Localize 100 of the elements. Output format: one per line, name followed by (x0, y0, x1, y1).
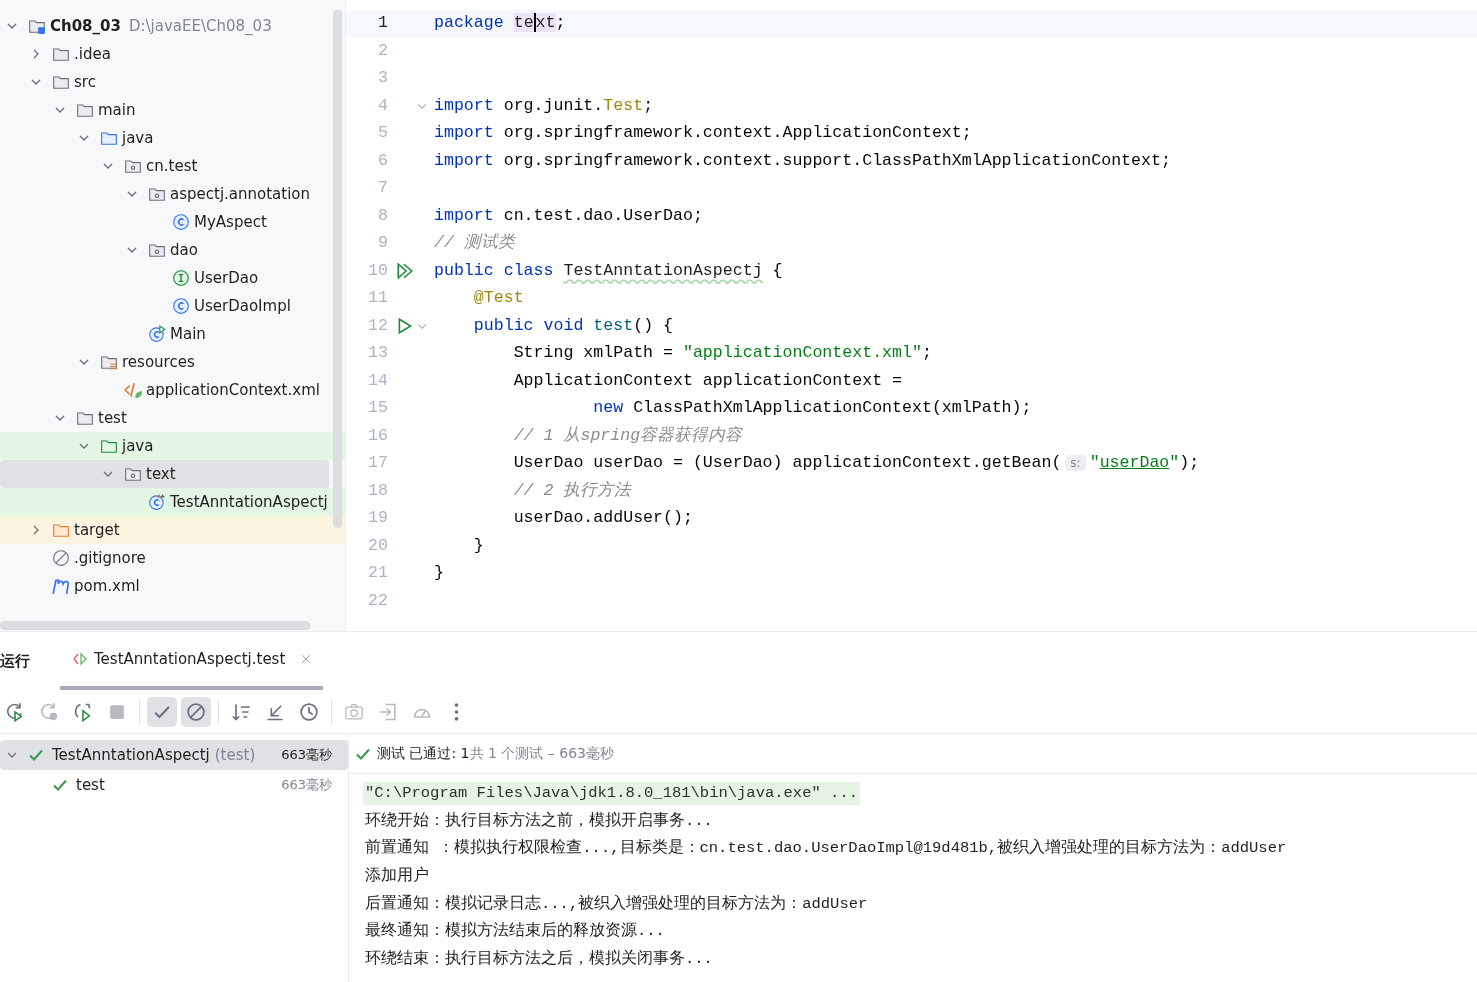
tree-item[interactable]: java (0, 432, 345, 460)
line-number: 19 (367, 507, 388, 530)
console-line: 环绕开始：执行目标方法之前，模拟开启事务... (364, 810, 714, 832)
scrollbar[interactable] (0, 621, 310, 630)
rerun-icon (39, 701, 59, 722)
code-line: // 1 从spring容器获得内容 (512, 424, 743, 447)
code-line: public void test() { (472, 314, 673, 337)
code-line: // 2 执行方法 (512, 479, 632, 502)
camera-icon (344, 701, 364, 722)
rerun-icon (73, 701, 93, 722)
ignore-icon (186, 701, 206, 722)
folder-icon (52, 73, 70, 91)
close-icon[interactable] (301, 654, 312, 664)
folder-icon (76, 101, 94, 119)
line-number: 9 (377, 232, 388, 255)
duration-label: 663毫秒 (281, 776, 332, 795)
package-icon (148, 185, 166, 203)
ignore-icon (52, 549, 70, 567)
tree-item[interactable]: target (0, 516, 345, 544)
test-item[interactable]: test 663毫秒 (0, 770, 348, 800)
line-number: 21 (367, 562, 388, 585)
tree-item[interactable]: text (0, 460, 329, 488)
tree-item[interactable]: aspectj.annotation (0, 180, 329, 208)
tree-item[interactable]: UserDao (0, 264, 329, 292)
tree-item[interactable]: dao (0, 236, 329, 264)
console-line: 环绕结束：执行目标方法之后，模拟关闭事务... (364, 948, 714, 970)
code-line: ApplicationContext applicationContext = (512, 369, 903, 392)
line-number: 5 (377, 122, 388, 145)
line-number: 17 (367, 452, 388, 475)
maven-icon (52, 577, 70, 595)
line-number: 20 (367, 534, 388, 557)
code-line: userDao.addUser(); (512, 507, 693, 530)
folder-icon (100, 437, 118, 455)
line-number: 14 (367, 369, 388, 392)
interface-icon (172, 269, 190, 287)
class-icon (172, 213, 190, 231)
console-line: 后置通知：模拟记录日志...,被织入增强处理的目标方法为：addUser (364, 893, 869, 915)
resource-folder-icon (100, 353, 118, 371)
line-number: 16 (367, 424, 388, 447)
class-icon (172, 297, 190, 315)
toolbar-button[interactable] (147, 696, 177, 727)
code-line: package text; (434, 12, 566, 35)
tree-item[interactable]: applicationContext.xml (0, 376, 329, 404)
package-icon (124, 157, 142, 175)
line-number: 13 (367, 342, 388, 365)
console-line: 最终通知：模拟方法结束后的释放资源... (364, 920, 666, 943)
status-total: 共 1 个测试 – 663毫秒 (469, 744, 614, 763)
code-line: String xmlPath = "applicationContext.xml"; (512, 342, 932, 365)
package-icon (124, 465, 142, 483)
line-number: 6 (377, 149, 388, 172)
line-number: 8 (377, 204, 388, 227)
tree-item[interactable]: src (0, 68, 329, 96)
tree-item[interactable]: pom.xml (0, 572, 329, 600)
code-line: import cn.test.dao.UserDao; (434, 204, 703, 227)
line-number: 18 (367, 479, 388, 502)
code-line: import org.springframework.context.support.ClassPathXmlApplicationContext; (434, 149, 1171, 172)
rerun-icon (5, 701, 25, 722)
run-tab[interactable]: TestAnntationAspectj.test (60, 632, 324, 690)
code-line: import org.junit.Test; (434, 94, 654, 117)
code-line: } (472, 534, 484, 557)
console-line: 添加用户 (364, 865, 430, 887)
code-line: import org.springframework.context.ApplicationContext; (434, 122, 972, 145)
xml-file-icon (124, 381, 142, 399)
tree-item[interactable]: cn.test (0, 152, 329, 180)
tree-item[interactable]: TestAnntationAspectj (0, 488, 345, 516)
tree-item[interactable]: test (0, 404, 329, 432)
line-number: 4 (377, 94, 388, 117)
panel-title: 运行 (0, 650, 30, 672)
tree-item[interactable]: main (0, 96, 329, 124)
line-number: 7 (377, 177, 388, 200)
tree-item[interactable]: java (0, 124, 329, 152)
code-line: new ClassPathXmlApplicationContext(xmlPath); (592, 397, 1032, 420)
line-number: 2 (377, 39, 388, 62)
duration-label: 663毫秒 (281, 746, 332, 765)
line-number: 22 (367, 589, 388, 612)
code-line: // 测试类 (434, 232, 515, 255)
tree-item[interactable]: resources (0, 348, 329, 376)
tree-item[interactable]: Main (0, 320, 329, 348)
line-number: 11 (367, 287, 388, 310)
tree-item[interactable]: MyAspect (0, 208, 329, 236)
code-line: @Test (472, 287, 524, 310)
test-item[interactable]: TestAnntationAspectj (test) 663毫秒 (0, 740, 348, 770)
class-run-icon (148, 325, 166, 343)
line-number: 10 (367, 259, 388, 282)
tree-item[interactable]: UserDaoImpl (0, 292, 329, 320)
tree-item[interactable]: .idea (0, 40, 329, 68)
package-icon (148, 241, 166, 259)
line-number: 1 (377, 12, 388, 35)
toolbar-button[interactable] (181, 696, 211, 727)
tree-item[interactable]: Ch08_03 D:\javaEE\Ch08_03 (0, 12, 329, 40)
folder-icon (76, 409, 94, 427)
console-line: 前置通知 ：模拟执行权限检查...,目标类是：cn.test.dao.UserDaoImpl@19d481b,被织入增强处理的目标方法为：addUser (364, 837, 1288, 860)
scope-label: (test) (214, 744, 256, 766)
line-number: 12 (367, 314, 388, 337)
tree-item[interactable]: .gitignore (0, 544, 329, 572)
more-icon (453, 702, 459, 721)
scrollbar[interactable] (333, 10, 342, 528)
code-line: public class TestAnntationAspectj { (434, 259, 783, 282)
folder-icon (100, 129, 118, 147)
line-number: 3 (377, 67, 388, 90)
